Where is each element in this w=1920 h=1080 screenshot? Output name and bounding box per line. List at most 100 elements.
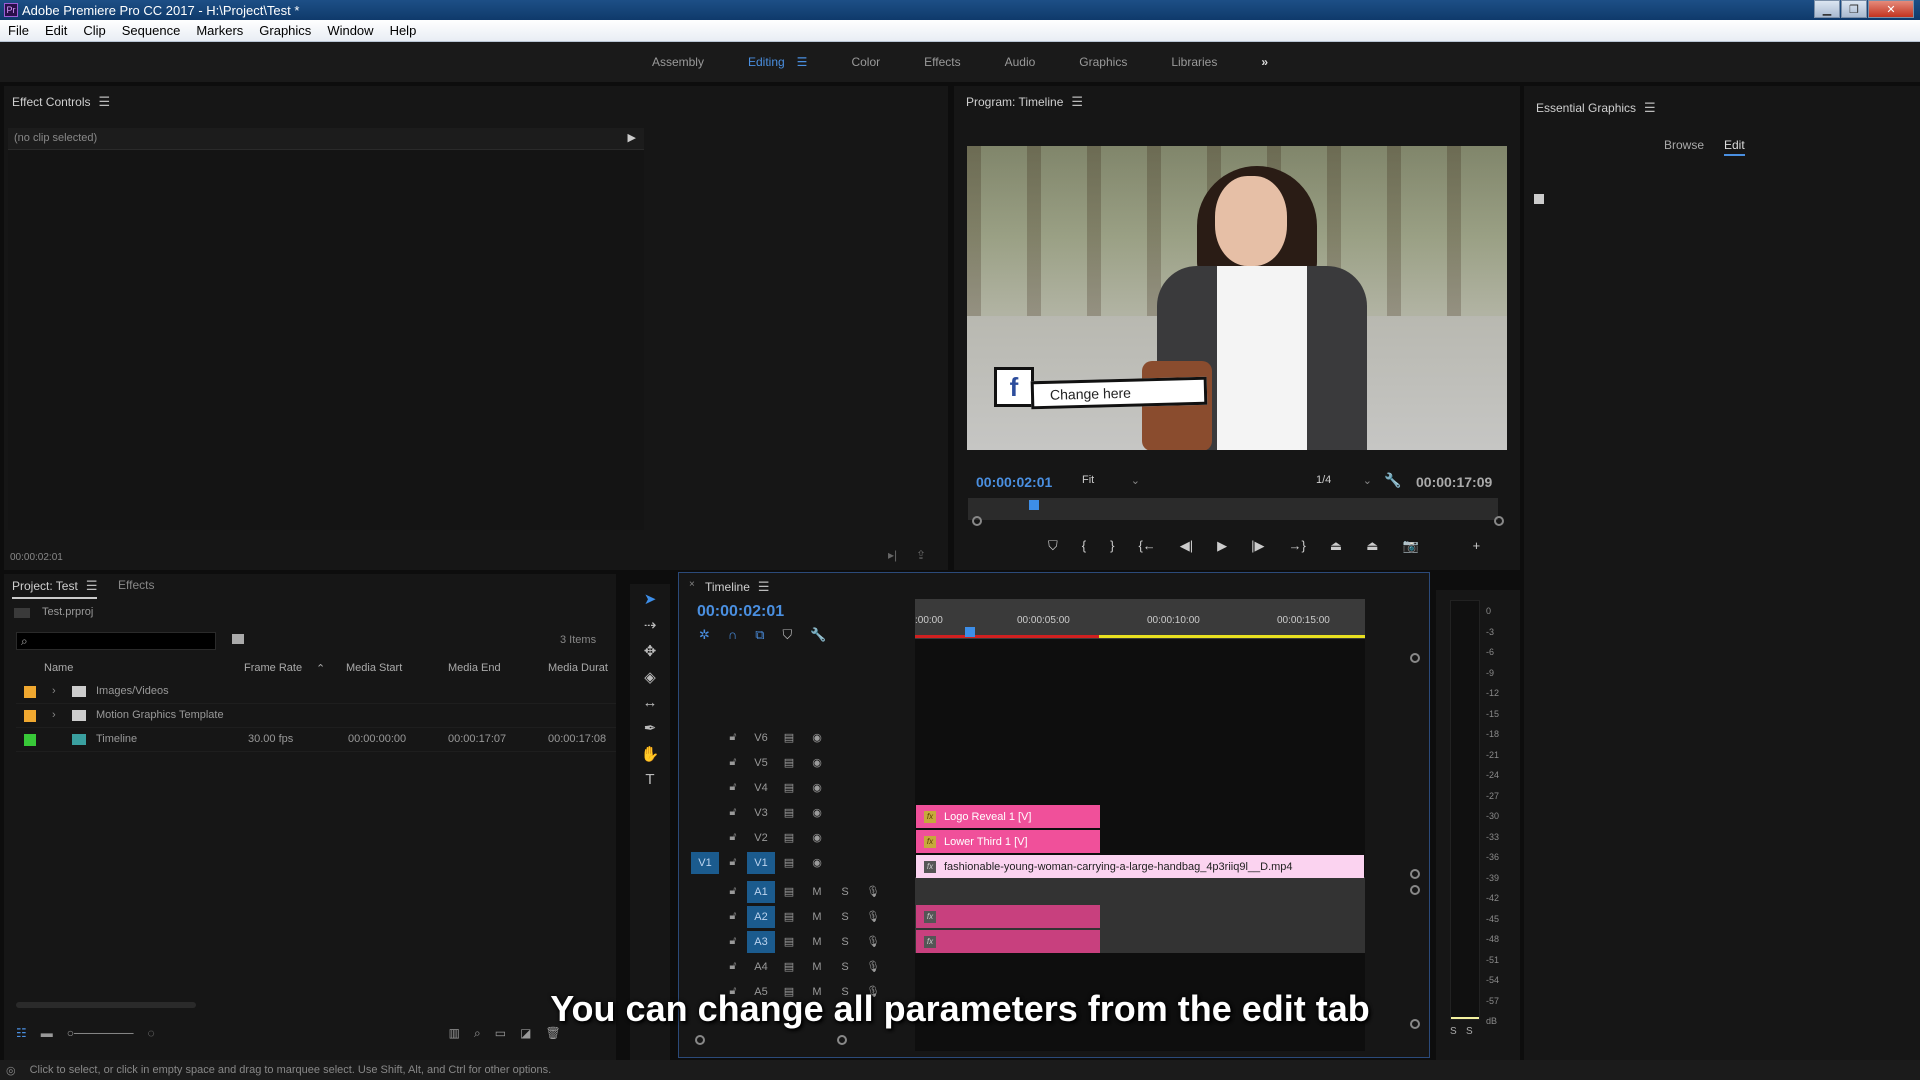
clip-lower-third[interactable]: fx Lower Third 1 [V] bbox=[916, 830, 1100, 853]
track-target[interactable]: V2 bbox=[747, 827, 775, 849]
maximize-button[interactable]: ❐ bbox=[1841, 0, 1867, 18]
panel-menu-icon[interactable]: ☰ bbox=[98, 94, 110, 109]
sync-lock-icon[interactable]: ▤ bbox=[775, 935, 803, 948]
project-search-input[interactable]: ⌕ bbox=[16, 632, 216, 650]
menu-edit[interactable]: Edit bbox=[37, 23, 75, 38]
sync-lock-icon[interactable]: ▤ bbox=[775, 831, 803, 844]
h-zoom-handle-left[interactable] bbox=[695, 1035, 705, 1045]
zoom-handle-right[interactable] bbox=[1494, 516, 1504, 526]
lock-icon[interactable]: 🔓︎ bbox=[719, 756, 747, 769]
project-row[interactable]: Timeline 30.00 fps 00:00:00:00 00:00:17:07 0… bbox=[16, 728, 616, 752]
track-target[interactable]: A4 bbox=[747, 956, 775, 978]
resolution-dropdown[interactable]: 1/4 ⌄ bbox=[1316, 474, 1374, 487]
find-bin-icon[interactable] bbox=[232, 634, 244, 644]
menu-clip[interactable]: Clip bbox=[75, 23, 113, 38]
play-icon[interactable]: ▶ bbox=[1217, 538, 1227, 554]
selection-tool-icon[interactable]: ➤ bbox=[644, 590, 657, 608]
v-scroll-handle[interactable] bbox=[1410, 885, 1420, 895]
solo-button[interactable]: S bbox=[831, 911, 859, 923]
workspace-audio[interactable]: Audio bbox=[1005, 55, 1036, 69]
play-only-audio-icon[interactable]: ▸| bbox=[888, 548, 897, 562]
go-to-in-icon[interactable]: {← bbox=[1138, 538, 1155, 554]
workspace-color[interactable]: Color bbox=[851, 55, 880, 69]
mute-button[interactable]: M bbox=[803, 936, 831, 948]
razor-tool-icon[interactable]: ◈ bbox=[644, 668, 656, 686]
timeline-settings-wrench-icon[interactable]: 🔧 bbox=[810, 627, 826, 643]
menu-sequence[interactable]: Sequence bbox=[114, 23, 189, 38]
lock-icon[interactable]: 🔓︎ bbox=[719, 856, 747, 869]
audio-clip-a3[interactable]: fx bbox=[916, 930, 1100, 953]
workspace-effects[interactable]: Effects bbox=[924, 55, 960, 69]
button-editor-plus-icon[interactable]: + bbox=[1473, 538, 1481, 554]
panel-menu-icon[interactable]: ☰ bbox=[758, 579, 770, 594]
step-forward-icon[interactable]: |▶ bbox=[1251, 538, 1264, 554]
minimize-button[interactable]: ▁ bbox=[1814, 0, 1840, 18]
zoom-handle-left[interactable] bbox=[972, 516, 982, 526]
lock-icon[interactable]: 🔓︎ bbox=[719, 806, 747, 819]
sync-lock-icon[interactable]: ▤ bbox=[775, 756, 803, 769]
expand-arrow-icon[interactable]: ▶ bbox=[628, 131, 636, 144]
lift-icon[interactable]: ⏏ bbox=[1330, 538, 1342, 554]
label-color-swatch[interactable] bbox=[24, 686, 36, 698]
clip-video-main[interactable]: fx fashionable-young-woman-carrying-a-lar… bbox=[916, 855, 1364, 878]
lock-icon[interactable]: 🔓︎ bbox=[719, 781, 747, 794]
eye-icon[interactable]: ◉ bbox=[803, 831, 831, 844]
track-target[interactable]: V5 bbox=[747, 752, 775, 774]
timeline-playhead-handle[interactable] bbox=[965, 627, 975, 637]
program-playhead[interactable] bbox=[1028, 500, 1039, 510]
sort-ascending-icon[interactable]: ⌃ bbox=[316, 662, 325, 675]
timeline-title[interactable]: Timeline ☰ bbox=[705, 579, 770, 595]
track-target[interactable]: A1 bbox=[747, 880, 775, 903]
sync-lock-icon[interactable]: ▤ bbox=[775, 910, 803, 923]
lock-icon[interactable]: 🔓︎ bbox=[719, 960, 747, 973]
workspace-libraries[interactable]: Libraries bbox=[1171, 55, 1217, 69]
mute-button[interactable]: M bbox=[803, 961, 831, 973]
source-patch[interactable]: V1 bbox=[691, 851, 719, 874]
menu-window[interactable]: Window bbox=[319, 23, 381, 38]
slip-tool-icon[interactable]: ↔ bbox=[643, 694, 658, 711]
program-title[interactable]: Program: Timeline ☰ bbox=[966, 94, 1083, 110]
add-marker-icon[interactable]: ⛉ bbox=[1048, 538, 1058, 554]
sync-lock-icon[interactable]: ▤ bbox=[775, 731, 803, 744]
workspace-editing[interactable]: Editing ☰ bbox=[748, 55, 807, 69]
sync-lock-icon[interactable]: ▤ bbox=[775, 960, 803, 973]
menu-file[interactable]: File bbox=[0, 23, 37, 38]
essential-graphics-title[interactable]: Essential Graphics ☰ bbox=[1536, 100, 1656, 116]
lock-icon[interactable]: 🔓︎ bbox=[719, 935, 747, 948]
mark-in-icon[interactable]: { bbox=[1082, 538, 1086, 554]
step-back-icon[interactable]: ◀| bbox=[1180, 538, 1193, 554]
project-row[interactable]: › Images/Videos bbox=[16, 680, 616, 704]
tab-edit[interactable]: Edit bbox=[1724, 138, 1745, 156]
v-scroll-handle[interactable] bbox=[1410, 869, 1420, 879]
tab-effects[interactable]: Effects bbox=[118, 578, 154, 592]
snap-magnet-icon[interactable]: ∩ bbox=[728, 627, 737, 643]
panel-menu-icon[interactable]: ☰ bbox=[1644, 100, 1656, 115]
tab-project[interactable]: Project: Test ☰ bbox=[12, 578, 98, 599]
settings-wrench-icon[interactable]: 🔧 bbox=[1384, 472, 1401, 489]
sync-lock-icon[interactable]: ▤ bbox=[775, 856, 803, 869]
hand-tool-icon[interactable]: ✋ bbox=[641, 745, 660, 763]
lock-icon[interactable]: 🔓︎ bbox=[719, 731, 747, 744]
solo-button[interactable]: S bbox=[831, 961, 859, 973]
new-layer-icon[interactable] bbox=[1534, 194, 1544, 204]
expand-chevron-icon[interactable]: › bbox=[52, 685, 56, 697]
sync-lock-icon[interactable]: ▤ bbox=[775, 781, 803, 794]
sync-lock-icon[interactable]: ▤ bbox=[775, 806, 803, 819]
effect-controls-title[interactable]: Effect Controls ☰ bbox=[12, 94, 110, 110]
timeline-current-time[interactable]: 00:00:02:01 bbox=[697, 603, 784, 621]
col-media-end[interactable]: Media End bbox=[448, 662, 501, 674]
program-scrubber[interactable] bbox=[968, 498, 1498, 520]
workspace-graphics[interactable]: Graphics bbox=[1079, 55, 1127, 69]
microphone-icon[interactable]: 🎙︎ bbox=[859, 935, 887, 948]
menu-markers[interactable]: Markers bbox=[188, 23, 251, 38]
microphone-icon[interactable]: 🎙︎ bbox=[859, 885, 887, 898]
track-target[interactable]: A2 bbox=[747, 905, 775, 928]
extract-icon[interactable]: ⏏ bbox=[1366, 538, 1378, 554]
mute-button[interactable]: M bbox=[803, 911, 831, 923]
eye-icon[interactable]: ◉ bbox=[803, 781, 831, 794]
workspace-more-icon[interactable]: » bbox=[1261, 55, 1268, 69]
sync-lock-icon[interactable]: ▤ bbox=[775, 885, 803, 898]
mute-button[interactable]: M bbox=[803, 886, 831, 898]
lock-icon[interactable]: 🔓︎ bbox=[719, 831, 747, 844]
menu-help[interactable]: Help bbox=[382, 23, 425, 38]
